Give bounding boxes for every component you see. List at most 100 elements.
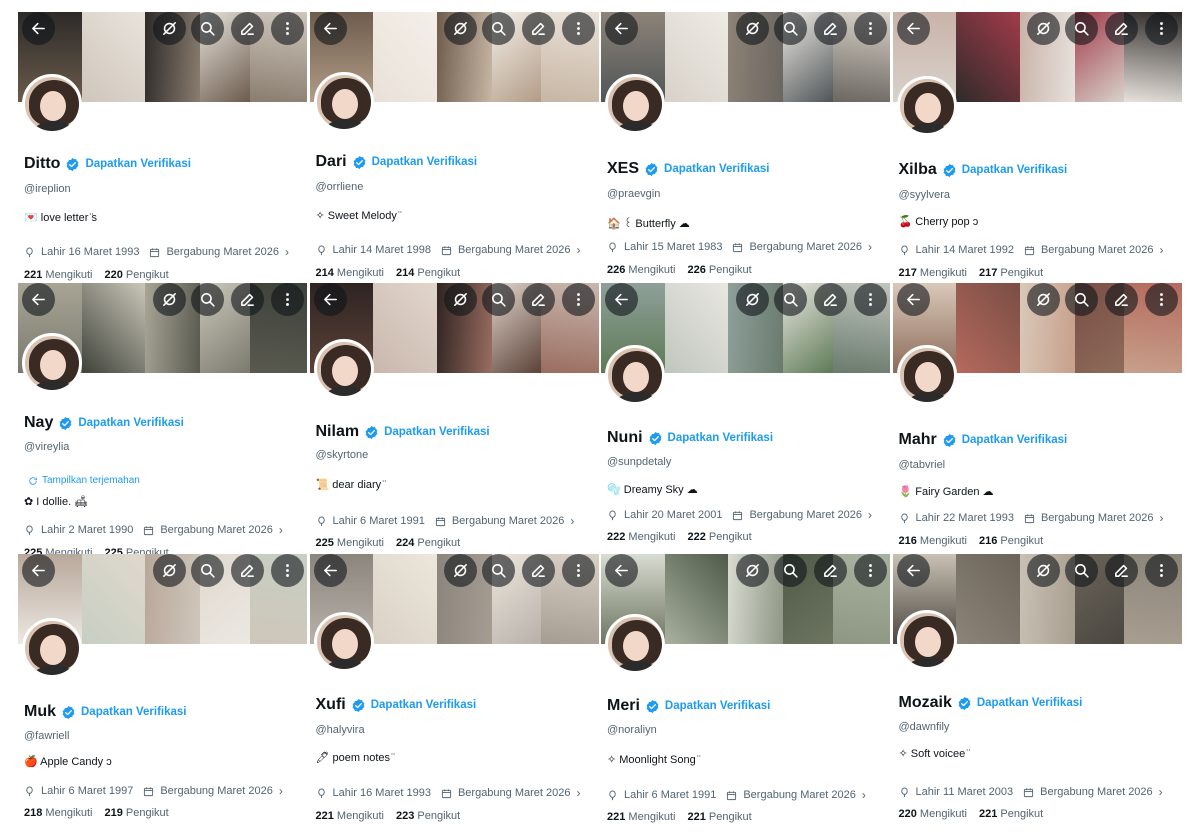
grok-button[interactable] <box>1027 12 1060 45</box>
get-verified-link[interactable]: Dapatkan Verifikasi <box>962 434 1067 446</box>
avatar[interactable] <box>605 345 665 405</box>
followers-count-link[interactable]: 221 Pengikut <box>979 808 1043 820</box>
following-count-link[interactable]: 214 Mengikuti <box>316 267 385 279</box>
avatar[interactable] <box>896 345 957 405</box>
chevron-right-icon[interactable]: › <box>279 523 283 537</box>
grok-button[interactable] <box>735 283 769 316</box>
more-button[interactable] <box>270 12 304 45</box>
chevron-right-icon[interactable]: › <box>1159 243 1163 257</box>
back-button[interactable] <box>896 554 930 587</box>
grok-button[interactable] <box>152 12 186 45</box>
grok-button[interactable] <box>444 283 477 316</box>
followers-count-link[interactable]: 219 Pengikut <box>105 807 169 819</box>
followers-count-link[interactable]: 216 Pengikut <box>979 535 1043 547</box>
compose-button[interactable] <box>813 554 847 587</box>
avatar[interactable] <box>22 333 82 393</box>
following-count-link[interactable]: 225 Mengikuti <box>24 547 93 554</box>
followers-count-link[interactable]: 225 Pengikut <box>105 547 169 554</box>
following-count-link[interactable]: 221 Mengikuti <box>24 269 93 281</box>
followers-count-link[interactable]: 220 Pengikut <box>105 269 169 281</box>
chevron-right-icon[interactable]: › <box>868 240 872 254</box>
compose-button[interactable] <box>522 554 555 587</box>
avatar[interactable] <box>896 610 957 670</box>
avatar[interactable] <box>896 76 957 136</box>
get-verified-link[interactable]: Dapatkan Verifikasi <box>384 426 489 438</box>
get-verified-link[interactable]: Dapatkan Verifikasi <box>78 417 183 429</box>
search-button[interactable] <box>482 554 515 587</box>
compose-button[interactable] <box>1105 12 1138 45</box>
grok-button[interactable] <box>152 554 186 587</box>
get-verified-link[interactable]: Dapatkan Verifikasi <box>668 432 773 444</box>
back-button[interactable] <box>605 554 638 587</box>
get-verified-link[interactable]: Dapatkan Verifikasi <box>664 163 769 175</box>
more-button[interactable] <box>270 283 304 316</box>
grok-button[interactable] <box>735 12 769 45</box>
followers-count-link[interactable]: 224 Pengikut <box>396 537 460 549</box>
more-button[interactable] <box>1145 12 1178 45</box>
get-verified-link[interactable]: Dapatkan Verifikasi <box>977 697 1082 709</box>
chevron-right-icon[interactable]: › <box>1159 785 1163 799</box>
grok-button[interactable] <box>152 283 186 316</box>
following-count-link[interactable]: 225 Mengikuti <box>316 537 385 549</box>
following-count-link[interactable]: 222 Mengikuti <box>607 531 676 543</box>
search-button[interactable] <box>190 283 224 316</box>
following-count-link[interactable]: 221 Mengikuti <box>607 811 676 823</box>
get-verified-link[interactable]: Dapatkan Verifikasi <box>372 156 477 168</box>
followers-count-link[interactable]: 217 Pengikut <box>979 267 1043 279</box>
get-verified-link[interactable]: Dapatkan Verifikasi <box>81 706 186 718</box>
avatar[interactable] <box>313 339 374 399</box>
more-button[interactable] <box>1145 554 1178 587</box>
following-count-link[interactable]: 217 Mengikuti <box>899 267 968 279</box>
followers-count-link[interactable]: 214 Pengikut <box>396 267 460 279</box>
compose-button[interactable] <box>230 283 264 316</box>
following-count-link[interactable]: 226 Mengikuti <box>607 264 676 276</box>
grok-button[interactable] <box>1027 283 1060 316</box>
chevron-right-icon[interactable]: › <box>1159 511 1163 525</box>
more-button[interactable] <box>853 554 887 587</box>
back-button[interactable] <box>313 554 347 587</box>
search-button[interactable] <box>190 554 224 587</box>
chevron-right-icon[interactable]: › <box>279 784 283 798</box>
compose-button[interactable] <box>230 554 264 587</box>
avatar[interactable] <box>313 72 374 132</box>
more-button[interactable] <box>853 283 887 316</box>
chevron-right-icon[interactable]: › <box>868 508 872 522</box>
chevron-right-icon[interactable]: › <box>285 245 289 259</box>
followers-count-link[interactable]: 222 Pengikut <box>688 531 752 543</box>
chevron-right-icon[interactable]: › <box>862 788 866 802</box>
search-button[interactable] <box>190 12 224 45</box>
grok-button[interactable] <box>735 554 769 587</box>
followers-count-link[interactable]: 226 Pengikut <box>688 264 752 276</box>
compose-button[interactable] <box>1105 554 1138 587</box>
search-button[interactable] <box>773 554 807 587</box>
search-button[interactable] <box>773 12 807 45</box>
more-button[interactable] <box>562 283 595 316</box>
back-button[interactable] <box>22 283 55 316</box>
avatar[interactable] <box>605 74 665 134</box>
grok-button[interactable] <box>444 554 477 587</box>
search-button[interactable] <box>773 283 807 316</box>
compose-button[interactable] <box>813 12 847 45</box>
compose-button[interactable] <box>1105 283 1138 316</box>
chevron-right-icon[interactable]: › <box>576 243 580 257</box>
following-count-link[interactable]: 221 Mengikuti <box>316 810 385 822</box>
search-button[interactable] <box>1065 12 1098 45</box>
chevron-right-icon[interactable]: › <box>570 514 574 528</box>
grok-button[interactable] <box>1027 554 1060 587</box>
more-button[interactable] <box>562 12 595 45</box>
following-count-link[interactable]: 220 Mengikuti <box>899 808 968 820</box>
back-button[interactable] <box>22 12 55 45</box>
back-button[interactable] <box>313 12 347 45</box>
back-button[interactable] <box>896 283 930 316</box>
followers-count-link[interactable]: 223 Pengikut <box>396 810 460 822</box>
followers-count-link[interactable]: 221 Pengikut <box>688 811 752 823</box>
search-button[interactable] <box>1065 283 1098 316</box>
search-button[interactable] <box>1065 554 1098 587</box>
following-count-link[interactable]: 216 Mengikuti <box>899 535 968 547</box>
following-count-link[interactable]: 218 Mengikuti <box>24 807 93 819</box>
get-verified-link[interactable]: Dapatkan Verifikasi <box>371 699 476 711</box>
compose-button[interactable] <box>522 12 555 45</box>
grok-button[interactable] <box>444 12 477 45</box>
search-button[interactable] <box>482 12 515 45</box>
translate-link[interactable]: Tampilkan terjemahan <box>28 475 140 486</box>
